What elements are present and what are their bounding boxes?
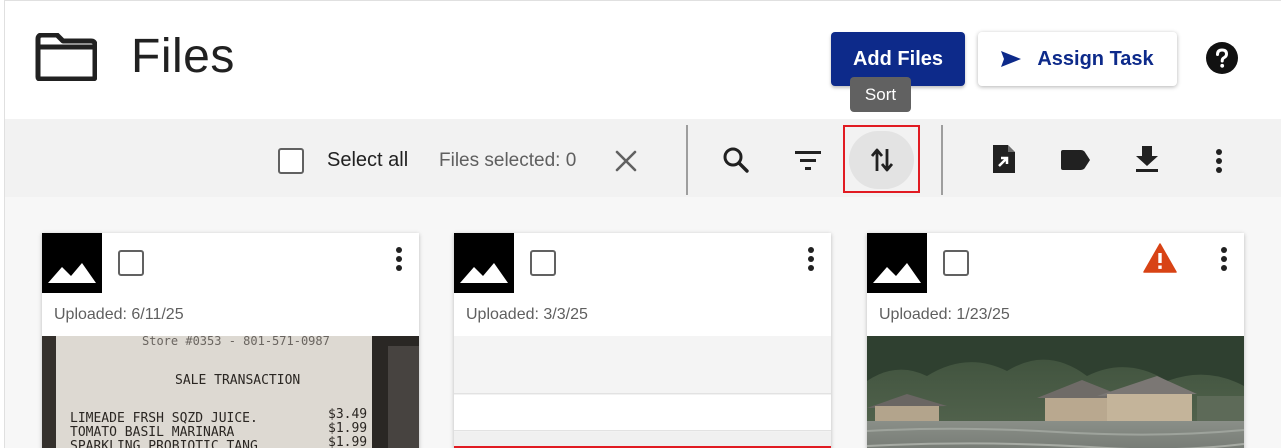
upload-date: Uploaded: 1/23/25	[879, 306, 1010, 323]
sort-icon	[870, 148, 894, 172]
file-card[interactable]: Uploaded: 3/3/25	[454, 233, 831, 448]
search-icon	[723, 147, 749, 173]
file-preview	[454, 336, 831, 448]
file-checkbox[interactable]	[943, 250, 969, 276]
receipt-item: TOMATO BASIL MARINARA	[70, 425, 235, 440]
select-all-label: Select all	[327, 149, 409, 171]
move-file-button[interactable]	[988, 143, 1020, 175]
toolbar-divider	[941, 125, 943, 195]
more-vert-icon	[1216, 149, 1222, 173]
send-icon	[1001, 51, 1022, 67]
assign-task-label: Assign Task	[1037, 47, 1154, 70]
app-frame: Files Add Files Assign Task Sort Select …	[4, 0, 1281, 448]
file-checkbox[interactable]	[530, 250, 556, 276]
files-selected-count: Files selected: 0	[439, 150, 577, 171]
flood-photo	[867, 336, 1244, 448]
file-card[interactable]: Uploaded: 1/23/25	[867, 233, 1244, 448]
page-title: Files	[131, 30, 235, 83]
receipt-item: SPARKLING PROBIOTIC TANG	[70, 439, 258, 448]
help-icon[interactable]	[1206, 42, 1238, 74]
more-vert-icon[interactable]	[801, 245, 821, 273]
receipt-price: $1.99	[328, 435, 367, 448]
sort-button[interactable]	[849, 131, 914, 189]
more-options-button[interactable]	[1203, 145, 1235, 177]
image-icon	[867, 233, 927, 293]
file-grid: Uploaded: 6/11/25 Store #0353 - 801-571-…	[5, 197, 1281, 448]
file-preview: Store #0353 - 801-571-0987 SALE TRANSACT…	[42, 336, 419, 448]
assign-task-button[interactable]: Assign Task	[978, 32, 1177, 86]
more-vert-icon[interactable]	[1214, 245, 1234, 273]
filter-button[interactable]	[792, 144, 824, 176]
upload-date: Uploaded: 3/3/25	[466, 306, 588, 323]
receipt-image: Store #0353 - 801-571-0987 SALE TRANSACT…	[42, 336, 419, 448]
download-icon	[1136, 146, 1158, 172]
clear-selection-button[interactable]	[610, 145, 642, 177]
receipt-transaction-line: SALE TRANSACTION	[175, 373, 300, 388]
image-icon	[454, 233, 514, 293]
image-icon	[42, 233, 102, 293]
download-button[interactable]	[1131, 143, 1163, 175]
search-button[interactable]	[720, 144, 752, 176]
more-vert-icon[interactable]	[389, 245, 409, 273]
file-preview	[867, 336, 1244, 448]
filter-icon	[795, 151, 821, 170]
warning-icon	[1143, 243, 1177, 273]
receipt-store-line: Store #0353 - 801-571-0987	[142, 336, 330, 348]
receipt-price: $1.99	[328, 421, 367, 436]
toolbar-divider	[686, 125, 688, 195]
file-card[interactable]: Uploaded: 6/11/25 Store #0353 - 801-571-…	[42, 233, 419, 448]
select-all-checkbox[interactable]	[278, 148, 304, 174]
sort-highlight	[843, 125, 920, 193]
receipt-item: LIMEADE FRSH SQZD JUICE.	[70, 411, 258, 426]
tag-button[interactable]	[1059, 144, 1091, 176]
sort-tooltip: Sort	[850, 77, 911, 112]
page-header: Files Add Files Assign Task Sort	[5, 1, 1281, 119]
label-icon	[1061, 150, 1090, 170]
file-move-icon	[993, 145, 1015, 173]
file-checkbox[interactable]	[118, 250, 144, 276]
receipt-price: $3.49	[328, 407, 367, 422]
file-toolbar: Select all Files selected: 0	[5, 119, 1281, 197]
close-icon	[615, 150, 637, 172]
upload-date: Uploaded: 6/11/25	[54, 306, 184, 323]
folder-icon	[35, 33, 97, 81]
